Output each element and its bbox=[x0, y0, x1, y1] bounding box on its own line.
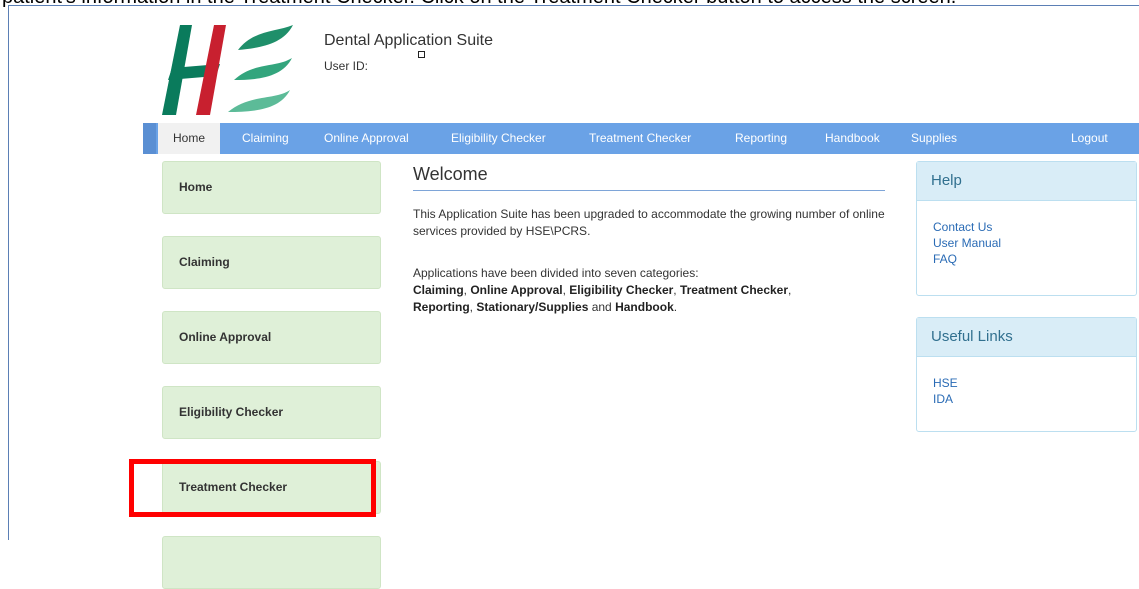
user-id-label: User ID: bbox=[324, 59, 369, 73]
welcome-paragraph-2: Applications have been divided into seve… bbox=[413, 265, 888, 316]
nav-online-approval[interactable]: Online Approval bbox=[324, 123, 409, 154]
main-nav: Home Claiming Online Approval Eligibilit… bbox=[143, 123, 1139, 154]
contact-us-link[interactable]: Contact Us bbox=[933, 219, 1136, 235]
nav-claiming[interactable]: Claiming bbox=[242, 123, 289, 154]
nav-treatment-checker[interactable]: Treatment Checker bbox=[589, 123, 691, 154]
useful-links-title: Useful Links bbox=[917, 318, 1136, 357]
sidebar-item-next[interactable] bbox=[162, 536, 381, 589]
nav-home[interactable]: Home bbox=[158, 123, 221, 154]
category-stationary-supplies: Stationary/Supplies bbox=[476, 300, 589, 314]
small-checkbox-marker bbox=[418, 51, 425, 58]
highlight-box bbox=[129, 459, 376, 517]
sidebar-item-label: Online Approval bbox=[179, 330, 272, 344]
user-manual-link[interactable]: User Manual bbox=[933, 235, 1136, 251]
separator: and bbox=[588, 300, 616, 314]
category-online-approval: Online Approval bbox=[470, 283, 563, 297]
category-reporting: Reporting bbox=[413, 300, 470, 314]
category-treatment-checker: Treatment Checker bbox=[679, 283, 789, 297]
category-handbook: Handbook bbox=[615, 300, 674, 314]
useful-links-panel: Useful Links HSE IDA bbox=[916, 317, 1137, 432]
nav-handbook[interactable]: Handbook bbox=[825, 123, 880, 154]
sidebar-item-eligibility-checker[interactable]: Eligibility Checker bbox=[162, 386, 381, 439]
app-title: Dental Application Suite bbox=[324, 32, 493, 49]
sidebar-item-online-approval[interactable]: Online Approval bbox=[162, 311, 381, 364]
nav-lead-strip bbox=[143, 123, 156, 154]
category-eligibility-checker: Eligibility Checker bbox=[569, 283, 674, 297]
welcome-paragraph-1: This Application Suite has been upgraded… bbox=[413, 207, 885, 238]
separator: . bbox=[673, 300, 678, 314]
nav-logout[interactable]: Logout bbox=[1071, 123, 1108, 154]
separator: , bbox=[673, 283, 680, 297]
sidebar-item-label: Eligibility Checker bbox=[179, 405, 284, 419]
sidebar-item-claiming[interactable]: Claiming bbox=[162, 236, 381, 289]
welcome-heading: Welcome bbox=[413, 164, 885, 191]
sidebar-item-home[interactable]: Home bbox=[162, 161, 381, 214]
hse-link[interactable]: HSE bbox=[933, 375, 1136, 391]
nav-eligibility-checker[interactable]: Eligibility Checker bbox=[451, 123, 546, 154]
nav-supplies[interactable]: Supplies bbox=[911, 123, 957, 154]
faq-link[interactable]: FAQ bbox=[933, 251, 1136, 267]
ida-link[interactable]: IDA bbox=[933, 391, 1136, 407]
sidebar-item-label: Claiming bbox=[179, 255, 230, 269]
hse-logo bbox=[158, 20, 298, 120]
separator: , bbox=[788, 283, 792, 297]
sidebar-item-label: Home bbox=[179, 180, 213, 194]
category-claiming: Claiming bbox=[413, 283, 464, 297]
help-panel-title: Help bbox=[917, 162, 1136, 201]
nav-reporting[interactable]: Reporting bbox=[735, 123, 787, 154]
help-panel: Help Contact Us User Manual FAQ bbox=[916, 161, 1137, 296]
categories-intro: Applications have been divided into seve… bbox=[413, 266, 699, 280]
